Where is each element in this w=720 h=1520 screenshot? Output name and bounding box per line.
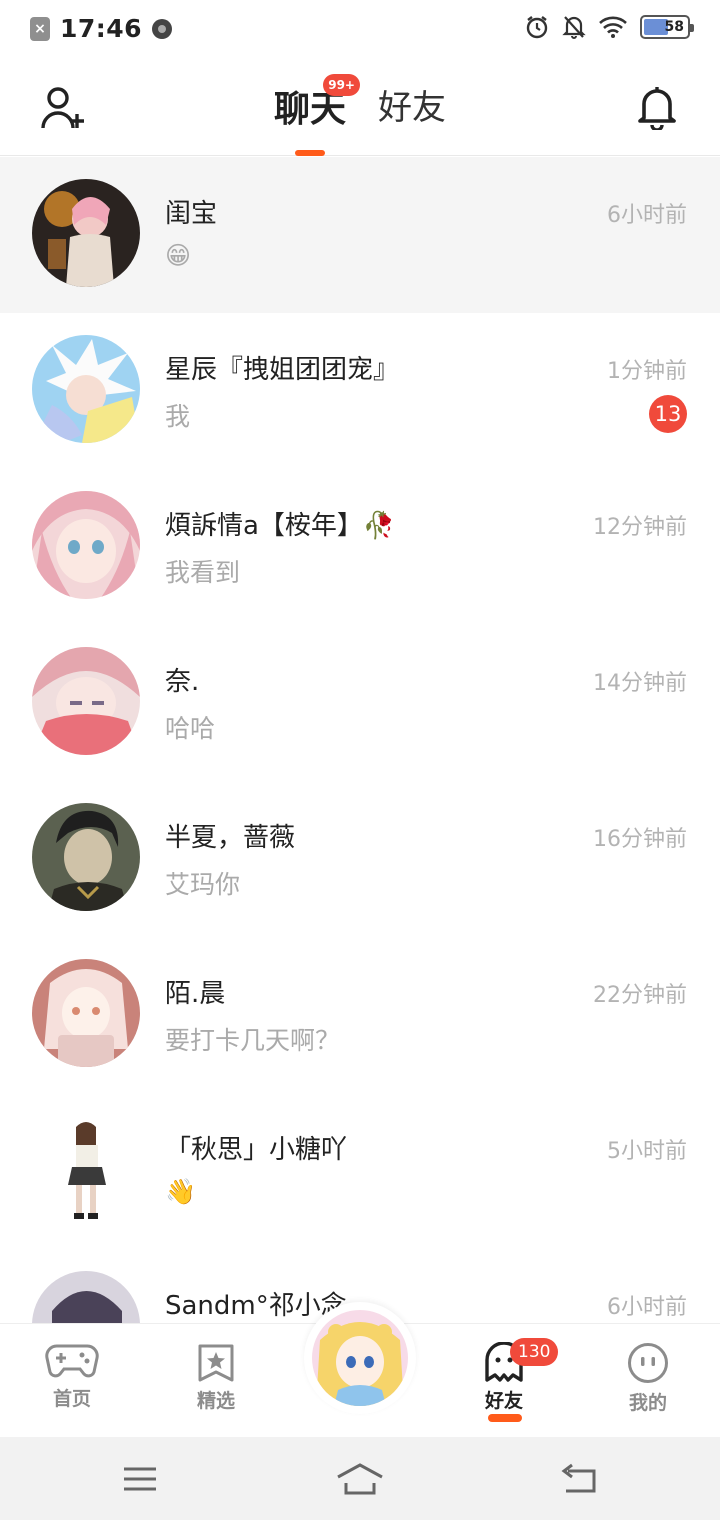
active-nav-indicator [488,1414,522,1422]
chat-list: 闺宝 😁 6小时前 星辰『拽姐团团宠』 我 1分钟前 13 煩訴情a【桉年】🥀 … [0,157,720,1323]
menu-icon[interactable] [122,1459,158,1499]
back-icon[interactable] [560,1459,598,1499]
contact-name: 闺宝 [165,199,218,229]
contact-name: 「秋思」小糖吖 [165,1135,348,1165]
message-preview: 👋 [165,1177,197,1206]
bookmark-star-icon [198,1344,234,1382]
message-time: 16分钟前 [593,827,687,852]
center-avatar-button[interactable] [304,1302,416,1414]
chat-row[interactable]: 奈. 哈哈 14分钟前 [0,625,720,781]
mute-bell-icon [562,16,586,39]
battery-level: 58 [664,19,684,35]
avatar[interactable] [32,1115,140,1223]
message-time: 6小时前 [607,1295,687,1320]
avatar[interactable] [32,647,140,755]
tab-friends-label: 好友 [378,88,446,128]
bottom-nav: 首页 精选 130 好友 我的 [0,1302,720,1437]
system-nav-bar [0,1437,720,1520]
chat-row[interactable]: 星辰『拽姐团团宠』 我 1分钟前 13 [0,313,720,469]
message-preview: 我看到 [165,558,241,587]
avatar[interactable] [32,335,140,443]
user-avatar [312,1310,408,1406]
status-bar: × 17:46 58 [0,0,720,58]
nav-me[interactable]: 我的 [598,1342,698,1415]
tab-friends[interactable]: 好友 [378,80,446,132]
nav-friends-label: 好友 [484,1390,523,1412]
nav-home[interactable]: 首页 [22,1342,122,1411]
app-notification-icon [152,18,173,39]
contact-name: 煩訴情a【桉年】🥀 [165,511,396,541]
battery-icon: 58 [640,15,694,39]
message-time: 14分钟前 [593,671,687,696]
message-time: 22分钟前 [593,983,687,1008]
message-time: 1分钟前 [607,359,687,384]
nav-me-label: 我的 [628,1392,667,1414]
chat-unread-badge: 99+ [323,74,360,96]
nav-featured-label: 精选 [196,1390,235,1412]
contact-name: 半夏，蔷薇 [165,823,296,853]
contact-name: 星辰『拽姐团团宠』 [165,355,400,385]
avatar[interactable] [32,1271,140,1323]
message-time: 12分钟前 [593,515,687,540]
contact-name: 陌.晨 [165,979,226,1009]
unread-count-badge: 13 [649,395,687,433]
wifi-icon [599,16,627,38]
notification-bell-icon[interactable] [636,84,678,130]
contact-name: 奈. [165,667,200,697]
active-tab-indicator [295,150,325,156]
avatar[interactable] [32,179,140,287]
notification-x-icon: × [30,16,50,41]
message-preview: 艾玛你 [165,870,241,899]
message-preview: 哈哈 [165,714,216,743]
avatar[interactable] [32,491,140,599]
friends-badge: 130 [510,1338,559,1366]
chat-friend-tabs: 聊天 99+ 好友 [0,74,720,132]
gamepad-icon [45,1344,99,1378]
chat-row[interactable]: 闺宝 😁 6小时前 [0,157,720,313]
chat-row[interactable]: 陌.晨 要打卡几天啊？ 22分钟前 [0,937,720,1093]
tab-chat[interactable]: 聊天 99+ [274,74,360,132]
message-preview: 我 [165,402,191,431]
alarm-icon [526,16,548,39]
avatar[interactable] [32,803,140,911]
chat-row[interactable]: 煩訴情a【桉年】🥀 我看到 12分钟前 [0,469,720,625]
nav-friends[interactable]: 130 好友 [454,1338,559,1422]
message-preview: 要打卡几天啊？ [165,1026,341,1055]
face-icon [628,1343,668,1383]
status-time: 17:46 [60,14,143,43]
home-icon[interactable] [336,1459,384,1499]
chat-row[interactable]: 「秋思」小糖吖 👋 5小时前 [0,1093,720,1249]
message-preview: 😁 [165,241,192,270]
nav-home-label: 首页 [52,1388,91,1410]
avatar[interactable] [32,959,140,1067]
nav-featured[interactable]: 精选 [166,1342,266,1413]
message-time: 6小时前 [607,203,687,228]
top-header: 聊天 99+ 好友 [0,58,720,156]
contact-name: Sandm°祁小念 [165,1291,347,1321]
chat-row[interactable]: 半夏，蔷薇 艾玛你 16分钟前 [0,781,720,937]
message-time: 5小时前 [607,1139,687,1164]
